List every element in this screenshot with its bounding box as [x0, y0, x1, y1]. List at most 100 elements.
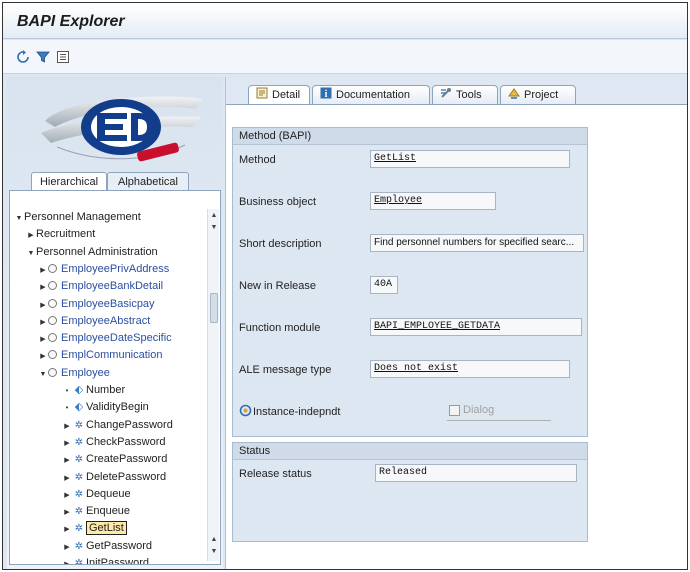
expand-arrow-icon[interactable]: ▶ — [62, 452, 72, 469]
collapse-arrow-icon[interactable]: ▼ — [26, 245, 36, 262]
scroll-up-icon[interactable]: ▲ — [208, 535, 220, 545]
tree-node[interactable]: ▶ Recruitment — [26, 226, 95, 243]
tree-node-label: EmplCommunication — [61, 349, 163, 361]
scroll-down-icon[interactable]: ▼ — [208, 547, 220, 557]
tab-hierarchical[interactable]: Hierarchical — [31, 172, 107, 190]
tab-tools[interactable]: Tools — [432, 85, 498, 104]
tree-node-label: Dequeue — [86, 488, 131, 500]
ale-message-type-label: ALE message type — [239, 364, 332, 376]
bapi-logo — [41, 96, 203, 162]
function-module-value: BAPI_EMPLOYEE_GETDATA — [374, 321, 501, 332]
expand-arrow-icon[interactable]: ▶ — [62, 487, 72, 504]
dialog-label: Dialog — [463, 404, 495, 416]
method-icon: ✲ — [74, 506, 84, 517]
navigation-pane: Hierarchical Alphabetical ▼ Personnel Man… — [7, 77, 223, 569]
tree-node-label: Enqueue — [86, 505, 131, 517]
tree-node[interactable]: ▼ Personnel Management — [14, 209, 141, 226]
tree-node[interactable]: ▼ Employee — [38, 365, 110, 382]
tree-node[interactable]: ▶ ✲ CheckPassword — [62, 434, 165, 451]
method-icon: ✲ — [74, 472, 84, 483]
tree-node[interactable]: ▶ EmployeeBasicpay — [38, 296, 154, 314]
tree-node[interactable]: ▶ EmployeeAbstract — [38, 313, 150, 330]
tree-node[interactable]: ▶ ✲ Enqueue — [62, 503, 130, 520]
method-icon: ✲ — [74, 489, 84, 500]
method-icon: ✲ — [74, 558, 84, 565]
expand-arrow-icon[interactable]: ▶ — [38, 262, 48, 279]
dialog-checkbox[interactable] — [449, 405, 460, 416]
tools-icon — [439, 87, 453, 99]
expand-arrow-icon[interactable]: ▶ — [38, 314, 48, 331]
tree-node[interactable]: ▶ ✲ ChangePassword — [62, 417, 173, 434]
tab-project[interactable]: Project — [500, 85, 576, 104]
scroll-down-icon[interactable]: ▼ — [208, 223, 220, 233]
tree-node[interactable]: ▶ ✲ Dequeue — [62, 486, 131, 504]
tree-node-label: ChangePassword — [86, 419, 173, 431]
expand-arrow-icon[interactable]: ▶ — [38, 348, 48, 365]
tree-node-label: CreatePassword — [86, 453, 168, 465]
bapi-tree: ▼ Personnel Management ▶ Recruitment ▼ Person… — [9, 190, 221, 565]
expand-arrow-icon[interactable]: ▶ — [62, 435, 72, 452]
tree-node[interactable]: ▶ EmployeePrivAddress — [38, 261, 169, 278]
tab-label: Detail — [272, 89, 301, 101]
tab-detail[interactable]: Detail — [248, 85, 310, 104]
status-group: Status Release status Released — [232, 442, 588, 542]
title-bar: BAPI Explorer — [3, 3, 687, 39]
tree-node[interactable]: ▶ EmplCommunication — [38, 347, 162, 364]
instance-independent-text: Instance-indepndt — [253, 406, 341, 418]
release-status-field[interactable]: Released — [375, 464, 577, 482]
business-object-icon — [48, 333, 57, 342]
detail-content: Method (BAPI) Method GetList Business ob… — [226, 104, 687, 569]
tree-node[interactable]: ▶ EmployeeBankDetail — [38, 278, 163, 295]
tree-node[interactable]: • ⬖ Number — [62, 382, 126, 399]
method-icon: ✲ — [74, 420, 84, 431]
expand-arrow-icon[interactable]: ▶ — [38, 331, 48, 348]
tree-node-selected[interactable]: ▶ ✲ GetList — [62, 520, 127, 537]
expand-arrow-icon[interactable]: ▶ — [62, 418, 72, 435]
bullet-icon: • — [65, 403, 69, 412]
scroll-up-icon[interactable]: ▲ — [208, 211, 220, 221]
release-value: 40A — [374, 279, 393, 290]
tree-node[interactable]: ▼ Personnel Administration — [26, 244, 158, 261]
tree-content: ▼ Personnel Management ▶ Recruitment ▼ Person… — [10, 209, 205, 564]
expand-arrow-icon[interactable]: ▶ — [62, 521, 72, 538]
expand-arrow-icon[interactable]: ▶ — [62, 556, 72, 564]
refresh-icon[interactable] — [15, 50, 31, 64]
scroll-thumb[interactable] — [210, 293, 218, 323]
method-icon: ✲ — [74, 454, 84, 465]
tree-node[interactable]: • ⬖ ValidityBegin — [62, 399, 149, 416]
tree-node[interactable]: ▶ ✲ CreatePassword — [62, 451, 167, 468]
tab-documentation[interactable]: i Documentation — [312, 85, 430, 104]
release-field[interactable]: 40A — [370, 276, 398, 294]
filter-icon[interactable] — [35, 50, 51, 64]
tree-node-label: EmployeeAbstract — [61, 315, 151, 327]
tree-node[interactable]: ▶ EmployeeDateSpecific — [38, 330, 171, 348]
collapse-arrow-icon[interactable]: ▼ — [38, 366, 48, 383]
tree-scrollbar[interactable]: ▲ ▼ ▲ ▼ — [207, 209, 219, 561]
ale-message-type-value: Does not exist — [374, 363, 459, 374]
list-icon[interactable] — [55, 50, 71, 64]
expand-arrow-icon[interactable]: ▶ — [62, 504, 72, 521]
tab-label: Documentation — [336, 89, 410, 101]
expand-arrow-icon[interactable]: ▶ — [62, 470, 72, 487]
function-module-field[interactable]: BAPI_EMPLOYEE_GETDATA — [370, 318, 582, 336]
expand-arrow-icon[interactable]: ▶ — [62, 539, 72, 556]
expand-arrow-icon[interactable]: ▶ — [38, 279, 48, 296]
expand-arrow-icon[interactable]: ▶ — [38, 297, 48, 314]
detail-pane: Detail i Documentation Tools Project Met… — [225, 77, 687, 569]
ale-message-type-field[interactable]: Does not exist — [370, 360, 570, 378]
tree-node[interactable]: ▶ ✲ InitPassword — [62, 555, 149, 565]
toolbar — [3, 40, 687, 74]
tree-node[interactable]: ▶ ✲ GetPassword — [62, 538, 152, 555]
method-field[interactable]: GetList — [370, 150, 570, 168]
method-icon: ✲ — [74, 437, 84, 448]
tree-node-label: Personnel Administration — [36, 246, 158, 258]
short-description-field[interactable]: Find personnel numbers for specified sea… — [370, 234, 584, 252]
business-object-field[interactable]: Employee — [370, 192, 496, 210]
tab-alphabetical[interactable]: Alphabetical — [107, 172, 189, 190]
tree-node[interactable]: ▶ ✲ DeletePassword — [62, 469, 166, 486]
tree-node-label: GetList — [86, 521, 127, 535]
instance-icon — [239, 404, 253, 421]
collapse-arrow-icon[interactable]: ▼ — [14, 210, 24, 227]
expand-arrow-icon[interactable]: ▶ — [26, 227, 36, 244]
info-icon: i — [319, 87, 333, 100]
